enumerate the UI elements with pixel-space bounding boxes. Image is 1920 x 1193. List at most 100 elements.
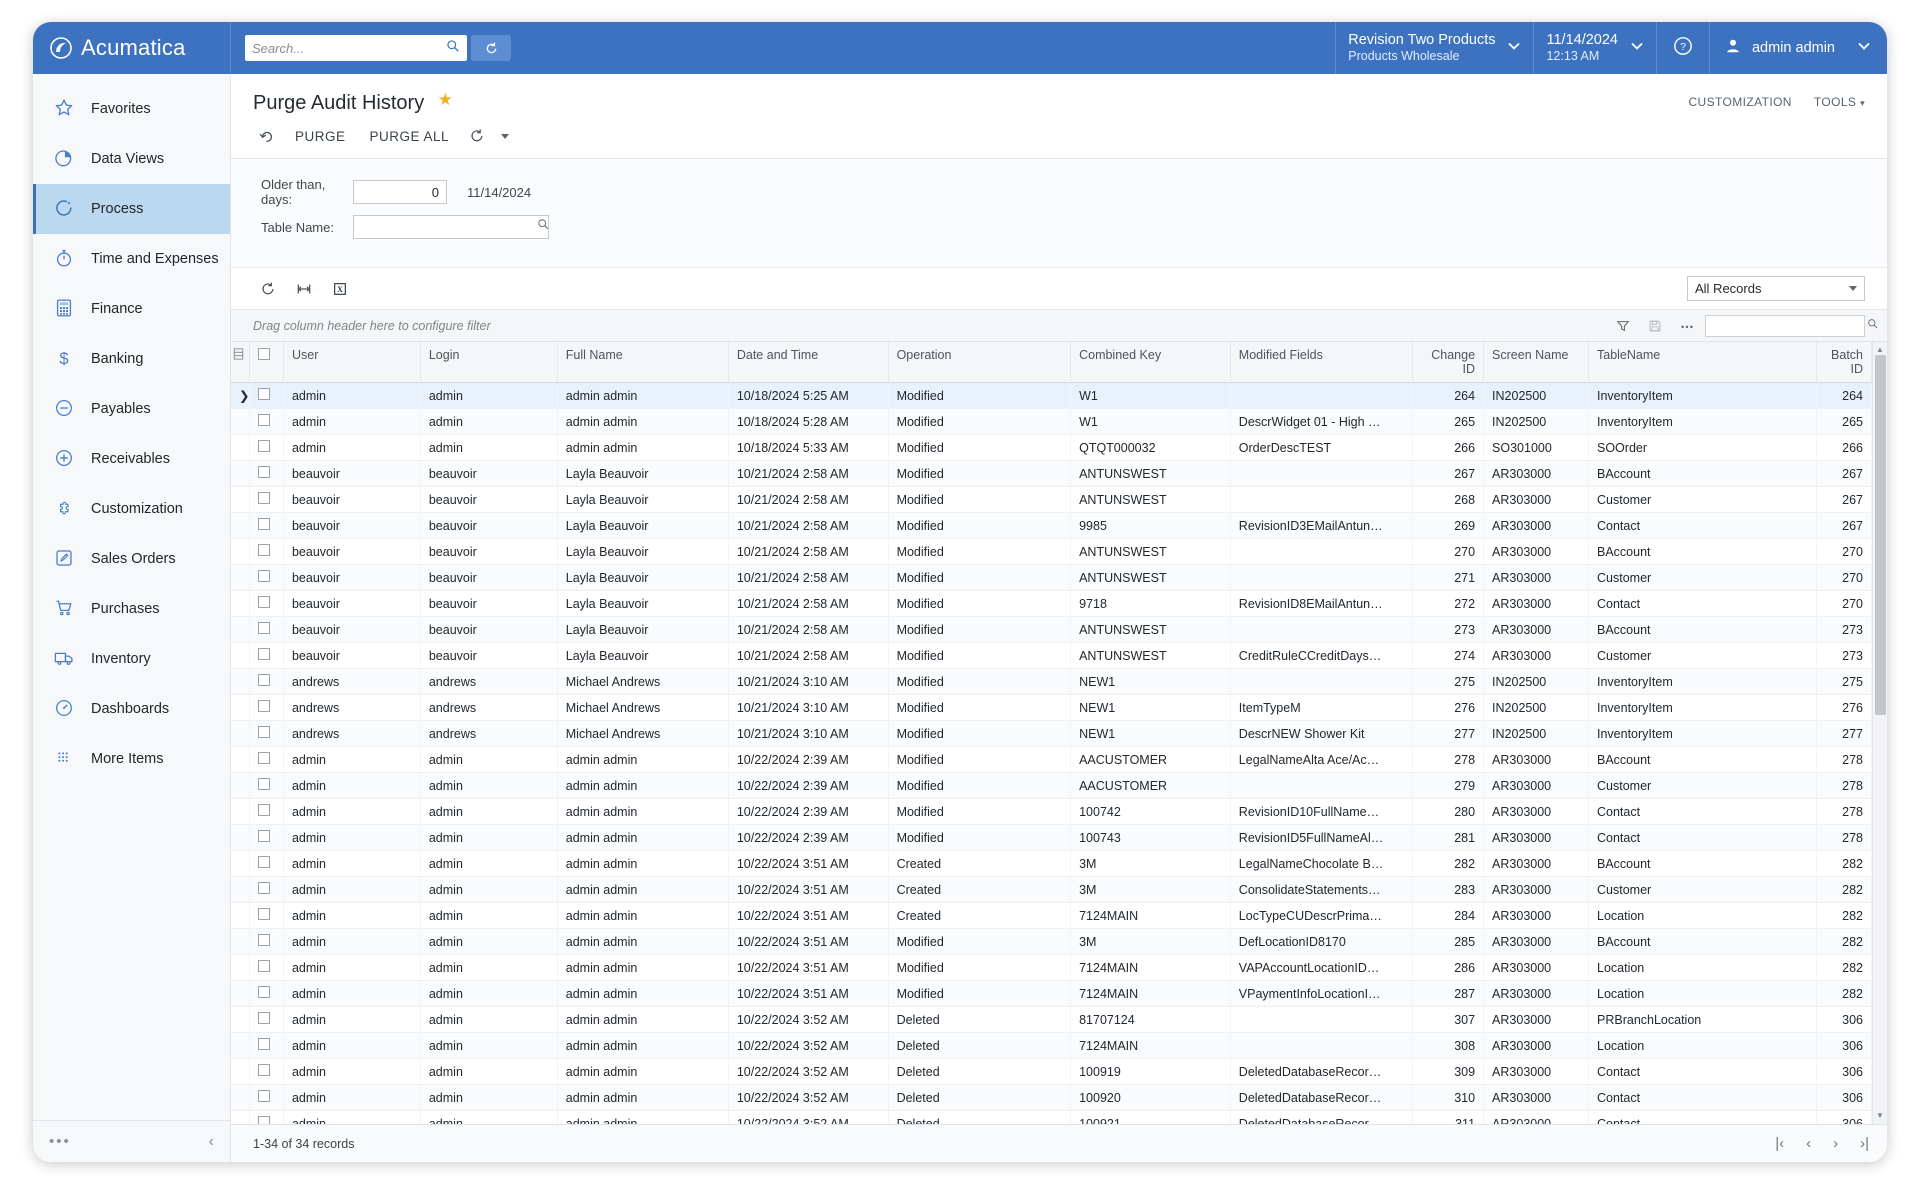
sidebar-item-favorites[interactable]: Favorites xyxy=(33,84,230,134)
row-checkbox[interactable] xyxy=(258,414,270,426)
table-row[interactable]: adminadminadmin admin10/22/2024 2:39 AMM… xyxy=(231,799,1872,825)
row-select-cell[interactable] xyxy=(249,955,283,981)
back-button[interactable] xyxy=(251,124,283,148)
table-row[interactable]: beauvoirbeauvoirLayla Beauvoir10/21/2024… xyxy=(231,591,1872,617)
first-page-button[interactable]: |‹ xyxy=(1775,1135,1784,1152)
search-icon[interactable] xyxy=(1867,317,1879,335)
row-checkbox[interactable] xyxy=(258,804,270,816)
row-checkbox[interactable] xyxy=(258,388,270,400)
sidebar-item-payables[interactable]: Payables xyxy=(33,384,230,434)
toolbar-dropdown-button[interactable] xyxy=(493,130,517,143)
grid-refresh-button[interactable] xyxy=(253,276,283,302)
row-select-cell[interactable] xyxy=(249,851,283,877)
older-than-input[interactable] xyxy=(353,180,447,204)
row-checkbox[interactable] xyxy=(258,1064,270,1076)
row-checkbox[interactable] xyxy=(258,986,270,998)
row-checkbox[interactable] xyxy=(258,778,270,790)
refresh-button[interactable] xyxy=(471,35,511,61)
column-header-combined[interactable]: Combined Key xyxy=(1071,342,1231,383)
prev-page-button[interactable]: ‹ xyxy=(1806,1135,1811,1152)
row-select-cell[interactable] xyxy=(249,1085,283,1111)
row-checkbox[interactable] xyxy=(258,544,270,556)
sidebar-item-more-items[interactable]: More Items xyxy=(33,734,230,784)
sidebar-collapse-icon[interactable]: ‹ xyxy=(209,1133,214,1151)
row-checkbox[interactable] xyxy=(258,960,270,972)
last-page-button[interactable]: ›| xyxy=(1860,1135,1869,1152)
row-checkbox[interactable] xyxy=(258,1038,270,1050)
row-select-cell[interactable] xyxy=(249,565,283,591)
table-row[interactable]: adminadminadmin admin10/22/2024 2:39 AMM… xyxy=(231,747,1872,773)
data-grid-scroll[interactable]: UserLoginFull NameDate and TimeOperation… xyxy=(231,342,1872,1124)
records-filter-select[interactable]: All Records xyxy=(1687,276,1865,301)
row-select-cell[interactable] xyxy=(249,929,283,955)
row-select-cell[interactable] xyxy=(249,591,283,617)
sidebar-item-customization[interactable]: Customization xyxy=(33,484,230,534)
save-filter-icon[interactable] xyxy=(1641,314,1669,338)
vertical-scrollbar[interactable]: ▲ ▼ xyxy=(1872,342,1887,1124)
row-select-cell[interactable] xyxy=(249,1033,283,1059)
scrollbar-track[interactable] xyxy=(1873,355,1887,1111)
scroll-up-arrow-icon[interactable]: ▲ xyxy=(1876,345,1884,355)
sidebar-item-inventory[interactable]: Inventory xyxy=(33,634,230,684)
search-icon[interactable] xyxy=(446,39,460,58)
lookup-search-icon[interactable] xyxy=(537,218,550,236)
column-header-tablename[interactable]: TableName xyxy=(1589,342,1817,383)
row-checkbox[interactable] xyxy=(258,648,270,660)
table-row[interactable]: beauvoirbeauvoirLayla Beauvoir10/21/2024… xyxy=(231,461,1872,487)
row-checkbox[interactable] xyxy=(258,492,270,504)
column-header-fullname[interactable]: Full Name xyxy=(557,342,728,383)
row-checkbox[interactable] xyxy=(258,1012,270,1024)
row-select-cell[interactable] xyxy=(249,747,283,773)
row-select-cell[interactable] xyxy=(249,487,283,513)
history-button[interactable] xyxy=(461,124,493,148)
row-select-cell[interactable] xyxy=(249,617,283,643)
table-row[interactable]: beauvoirbeauvoirLayla Beauvoir10/21/2024… xyxy=(231,617,1872,643)
sidebar-item-sales-orders[interactable]: Sales Orders xyxy=(33,534,230,584)
sidebar-more-icon[interactable]: ••• xyxy=(49,1133,71,1150)
column-header-modified[interactable]: Modified Fields xyxy=(1230,342,1413,383)
row-select-cell[interactable] xyxy=(249,799,283,825)
filter-configure-row[interactable]: Drag column header here to configure fil… xyxy=(231,310,1887,342)
row-select-cell[interactable] xyxy=(249,409,283,435)
row-checkbox[interactable] xyxy=(258,856,270,868)
table-name-field[interactable] xyxy=(353,215,549,239)
row-select-cell[interactable] xyxy=(249,1059,283,1085)
search-input[interactable] xyxy=(252,41,446,56)
table-row[interactable]: adminadminadmin admin10/22/2024 3:51 AMC… xyxy=(231,903,1872,929)
sidebar-item-receivables[interactable]: Receivables xyxy=(33,434,230,484)
fit-columns-button[interactable] xyxy=(289,276,319,302)
column-header-operation[interactable]: Operation xyxy=(888,342,1071,383)
table-row[interactable]: adminadminadmin admin10/22/2024 3:51 AMM… xyxy=(231,981,1872,1007)
row-checkbox[interactable] xyxy=(258,596,270,608)
table-row[interactable]: adminadminadmin admin10/22/2024 3:52 AMD… xyxy=(231,1059,1872,1085)
table-row[interactable]: andrewsandrewsMichael Andrews10/21/2024 … xyxy=(231,669,1872,695)
tools-menu[interactable]: TOOLS ▾ xyxy=(1814,95,1865,109)
row-checkbox[interactable] xyxy=(258,1090,270,1102)
table-row[interactable]: adminadminadmin admin10/22/2024 3:51 AMC… xyxy=(231,877,1872,903)
sidebar-item-dashboards[interactable]: Dashboards xyxy=(33,684,230,734)
column-header-changeid[interactable]: Change ID xyxy=(1413,342,1484,383)
row-checkbox[interactable] xyxy=(258,570,270,582)
sidebar-item-data-views[interactable]: Data Views xyxy=(33,134,230,184)
table-row[interactable]: adminadminadmin admin10/22/2024 2:39 AMM… xyxy=(231,825,1872,851)
sidebar-item-process[interactable]: Process xyxy=(33,184,230,234)
table-row[interactable]: beauvoirbeauvoirLayla Beauvoir10/21/2024… xyxy=(231,539,1872,565)
table-row[interactable]: adminadminadmin admin10/22/2024 3:52 AMD… xyxy=(231,1111,1872,1124)
row-select-cell[interactable] xyxy=(249,669,283,695)
grid-search-input[interactable] xyxy=(1712,319,1867,333)
row-checkbox[interactable] xyxy=(258,674,270,686)
table-name-input[interactable] xyxy=(361,220,537,235)
column-header-batchid[interactable]: Batch ID xyxy=(1817,342,1872,383)
table-row[interactable]: beauvoirbeauvoirLayla Beauvoir10/21/2024… xyxy=(231,513,1872,539)
row-select-cell[interactable] xyxy=(249,513,283,539)
row-checkbox[interactable] xyxy=(258,622,270,634)
row-select-cell[interactable] xyxy=(249,435,283,461)
row-select-cell[interactable] xyxy=(249,695,283,721)
table-row[interactable]: adminadminadmin admin10/22/2024 3:51 AMM… xyxy=(231,955,1872,981)
row-select-cell[interactable] xyxy=(249,461,283,487)
company-selector[interactable]: Revision Two Products Products Wholesale xyxy=(1335,22,1533,74)
sidebar-item-time-and-expenses[interactable]: Time and Expenses xyxy=(33,234,230,284)
filter-icon[interactable] xyxy=(1609,314,1637,338)
table-row[interactable]: adminadminadmin admin10/22/2024 2:39 AMM… xyxy=(231,773,1872,799)
column-header-user[interactable]: User xyxy=(283,342,420,383)
